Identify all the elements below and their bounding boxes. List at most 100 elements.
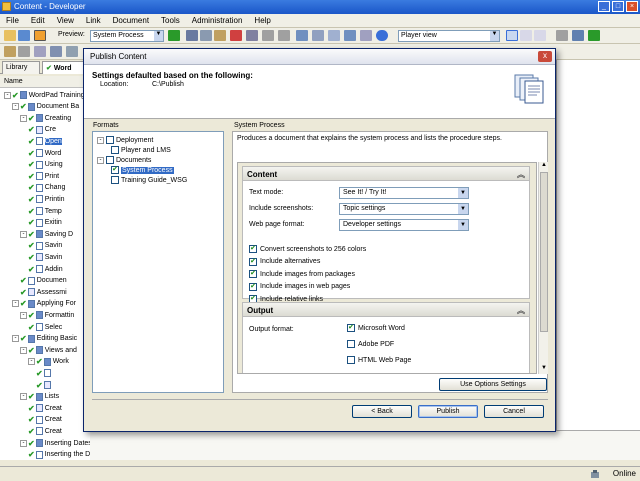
tab-word[interactable]: ✔ Word <box>42 61 88 74</box>
new-icon[interactable] <box>4 46 16 57</box>
outline-node[interactable]: ✔ Documen <box>20 276 67 286</box>
paste-icon[interactable] <box>214 30 226 41</box>
checkbox-box[interactable]: ✔ <box>249 257 257 266</box>
expand-toggle-icon[interactable]: - <box>20 230 27 238</box>
maximize-button[interactable]: □ <box>612 1 624 12</box>
options-scrollbar[interactable]: ▲ ▼ <box>538 162 548 374</box>
outline-node[interactable]: ✔ Savin <box>28 241 62 251</box>
publish-button[interactable]: Publish <box>418 405 478 418</box>
expand-toggle-icon[interactable]: - <box>20 114 27 122</box>
help-icon[interactable] <box>376 30 388 41</box>
output-section-header[interactable]: Output ︽ <box>242 302 530 317</box>
outline-node[interactable]: - ✔ Creating <box>20 113 71 123</box>
scrollbar-thumb[interactable] <box>540 172 548 332</box>
outline-node[interactable]: ✔ Addin <box>28 264 63 274</box>
view-icon[interactable] <box>344 30 356 41</box>
collapse-icon[interactable]: ︽ <box>517 305 525 316</box>
outline-node[interactable]: ✔ Selec <box>28 322 62 332</box>
format-node[interactable]: Player and LMS <box>111 145 171 155</box>
outline-node[interactable]: ✔ Exitin <box>28 218 62 228</box>
outline-node[interactable]: ✔ Temp <box>28 206 62 216</box>
expand-toggle-icon[interactable]: - <box>12 335 19 343</box>
menu-item-help[interactable]: Help <box>254 16 270 27</box>
back-button[interactable]: < Back <box>352 405 412 418</box>
outline-node[interactable]: ✔ Assessmi <box>20 287 67 297</box>
format-checkbox[interactable] <box>106 156 114 164</box>
checkbox-box[interactable] <box>347 340 355 348</box>
use-options-settings-button[interactable]: Use Options Settings <box>439 378 547 391</box>
open-folder-icon[interactable] <box>4 30 16 41</box>
menu-item-tools[interactable]: Tools <box>161 16 180 27</box>
menu-item-link[interactable]: Link <box>86 16 101 27</box>
menu-item-edit[interactable]: Edit <box>31 16 45 27</box>
content-option-checkbox[interactable]: ✔ Include images from packages <box>249 270 355 278</box>
cut-icon[interactable] <box>186 30 198 41</box>
link2-icon[interactable] <box>34 46 46 57</box>
menu-item-administration[interactable]: Administration <box>192 16 243 27</box>
expand-toggle-icon[interactable]: - <box>20 439 27 447</box>
format-checkbox[interactable] <box>111 146 119 154</box>
scroll-down-icon[interactable]: ▼ <box>540 365 548 374</box>
outline-node[interactable]: - ✔ WordPad Training <box>4 90 85 100</box>
outline-node[interactable]: - ✔ Views and <box>20 345 77 355</box>
content-option-checkbox[interactable]: ✔ Convert screenshots to 256 colors <box>249 245 366 253</box>
output-format-checkbox[interactable]: HTML Web Page <box>347 356 411 364</box>
help-doc-icon[interactable] <box>50 46 62 57</box>
window-icon[interactable] <box>572 30 584 41</box>
outline-node[interactable]: - ✔ Saving D <box>20 229 73 239</box>
outline-node[interactable]: ✔ Creat <box>28 403 62 413</box>
webpage-format-select[interactable]: Developer settings ▼ <box>339 219 469 231</box>
format-node[interactable]: ✔ System Process <box>111 165 174 175</box>
outline-node[interactable]: ✔ Savin <box>28 252 62 262</box>
format-node[interactable]: - Documents <box>97 155 151 165</box>
outline-node[interactable]: - ✔ Document Ba <box>12 102 79 112</box>
outline-node[interactable]: ✔ Word <box>28 148 61 158</box>
expand-toggle-icon[interactable]: - <box>97 156 104 164</box>
tab-library[interactable]: Library <box>2 61 40 74</box>
format-node[interactable]: - Deployment <box>97 135 153 145</box>
dialog-close-button[interactable]: x <box>538 51 552 62</box>
layout-icon[interactable] <box>506 30 518 41</box>
frame-icon[interactable] <box>556 30 568 41</box>
checkbox-box[interactable]: ✔ <box>249 245 257 253</box>
checkbox-box[interactable]: ✔ <box>249 270 257 278</box>
collapse-icon[interactable]: ︽ <box>517 169 525 180</box>
outline-node[interactable]: ✔ Using <box>28 160 63 170</box>
outline-node[interactable]: ✔ Print <box>28 171 59 181</box>
outline-node[interactable]: ✔ Chang <box>28 183 65 193</box>
outline-node[interactable]: ✔ Creat <box>28 426 62 436</box>
expand-toggle-icon[interactable]: - <box>20 346 27 354</box>
outline-node[interactable]: ✔ <box>36 368 53 378</box>
outline-node[interactable]: - ✔ Work <box>28 357 69 367</box>
outline-node[interactable]: ✔ Creat <box>28 415 62 425</box>
copy-icon[interactable] <box>200 30 212 41</box>
outline-node[interactable]: - ✔ Lists <box>20 392 59 402</box>
layout3-icon[interactable] <box>534 30 546 41</box>
checkbox-box[interactable] <box>347 356 355 364</box>
expand-toggle-icon[interactable]: - <box>12 300 19 308</box>
cancel-button[interactable]: Cancel <box>484 405 544 418</box>
format-checkbox[interactable] <box>111 176 119 184</box>
outline-node[interactable]: ✔ Printin <box>28 194 65 204</box>
expand-toggle-icon[interactable]: - <box>20 311 27 319</box>
outline-node[interactable]: - ✔ Formattin <box>20 310 74 320</box>
layout2-icon[interactable] <box>520 30 532 41</box>
expand-toggle-icon[interactable]: - <box>28 358 35 366</box>
screenshots-select[interactable]: Topic settings ▼ <box>339 203 469 215</box>
view-select[interactable]: Player view ▼ <box>398 30 500 42</box>
image-icon[interactable] <box>66 46 78 57</box>
output-format-checkbox[interactable]: Adobe PDF <box>347 340 394 348</box>
checkbox-box[interactable]: ✔ <box>249 282 257 291</box>
content-section-header[interactable]: Content ︽ <box>242 166 530 181</box>
minimize-button[interactable]: _ <box>598 1 610 12</box>
outline-node[interactable]: -✔ Inserting Dates and Objects <box>20 438 90 448</box>
sync-icon[interactable] <box>588 30 600 41</box>
outline-node[interactable]: ✔ Open <box>28 136 62 146</box>
link-icon[interactable] <box>328 30 340 41</box>
text-mode-select[interactable]: See It! / Try It! ▼ <box>339 187 469 199</box>
menu-item-document[interactable]: Document <box>113 16 149 27</box>
outline-node[interactable]: ✔ <box>36 380 53 390</box>
undo-icon[interactable] <box>262 30 274 41</box>
expand-toggle-icon[interactable]: - <box>97 136 104 144</box>
format-checkbox[interactable] <box>106 136 114 144</box>
